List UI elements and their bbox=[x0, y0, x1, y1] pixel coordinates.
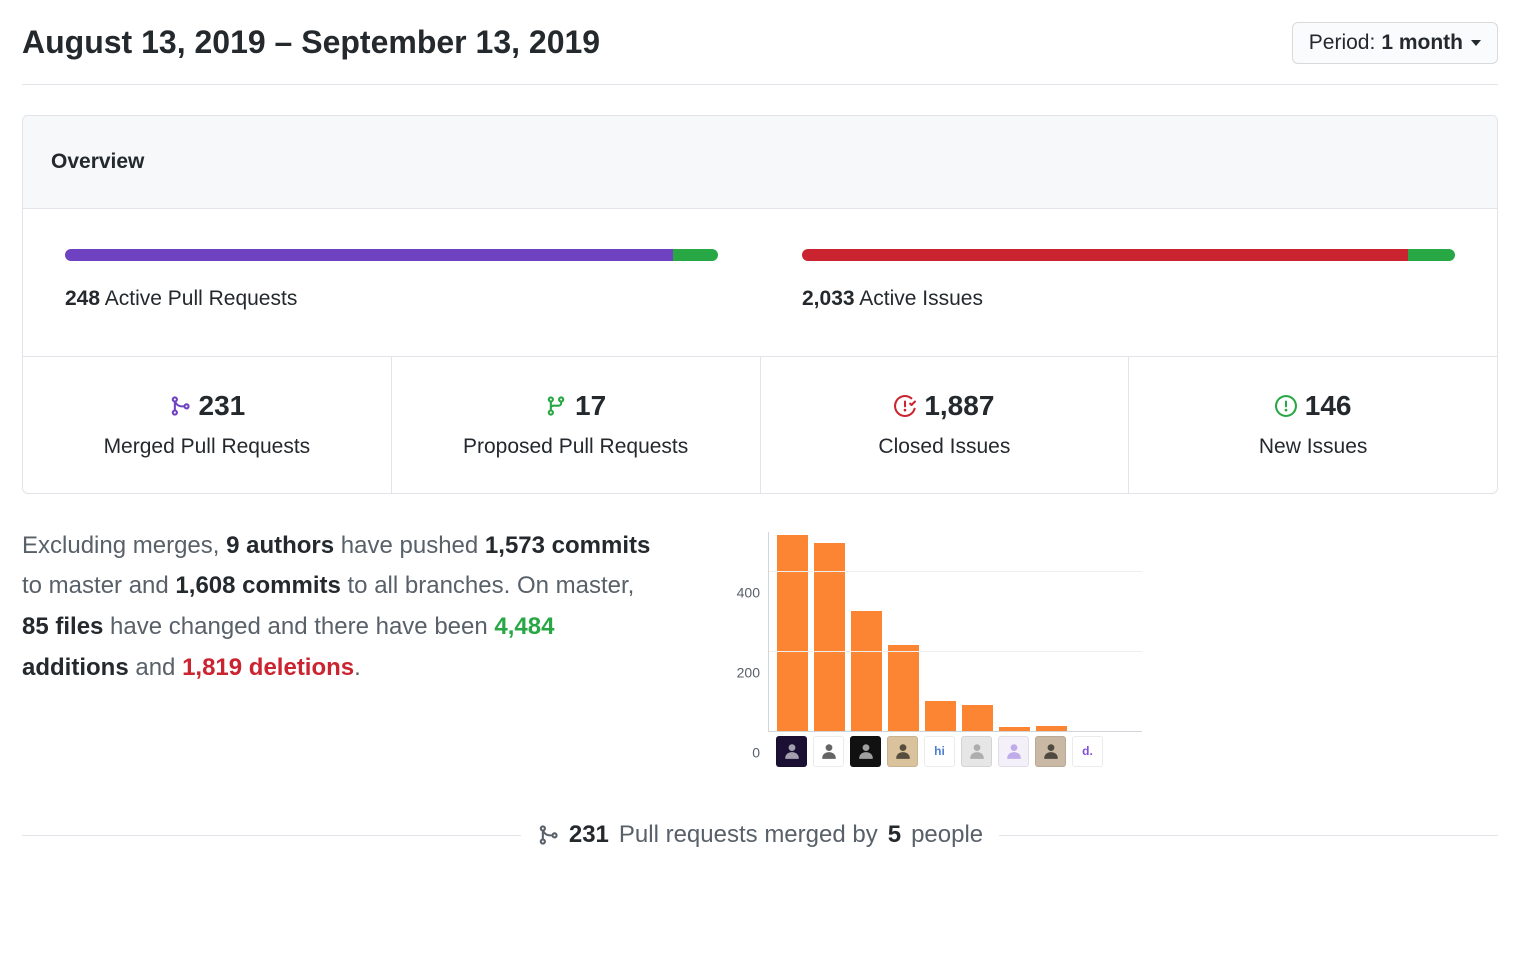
git-merge-icon bbox=[537, 824, 559, 846]
chart-yaxis: 4002000 bbox=[722, 532, 768, 732]
active-prs-label: 248 Active Pull Requests bbox=[65, 283, 718, 315]
proposed-prs-stat[interactable]: 17 Proposed Pull Requests bbox=[392, 357, 761, 493]
date-range-title: August 13, 2019 – September 13, 2019 bbox=[22, 22, 600, 62]
period-label: Period: bbox=[1309, 31, 1376, 55]
chart-bar[interactable] bbox=[851, 611, 882, 730]
footer-pr-count: 231 bbox=[569, 817, 609, 853]
summary-commits-all: 1,608 commits bbox=[175, 572, 340, 599]
active-prs-text: Active Pull Requests bbox=[105, 287, 298, 310]
summary-t6: . bbox=[354, 654, 361, 681]
footer-t2: people bbox=[911, 817, 983, 853]
proposed-prs-count: 17 bbox=[575, 385, 606, 427]
overview-box: Overview 248 Active Pull Requests 2, bbox=[22, 115, 1498, 494]
new-issues-label: New Issues bbox=[1139, 431, 1487, 463]
contributor-avatar[interactable] bbox=[850, 736, 881, 767]
prs-merged-segment bbox=[65, 249, 673, 261]
summary-t5: and bbox=[129, 654, 182, 681]
chart-bar[interactable] bbox=[925, 701, 956, 731]
summary-t3: to all branches. On master, bbox=[341, 572, 634, 599]
closed-issues-count: 1,887 bbox=[924, 385, 994, 427]
contributor-avatar[interactable] bbox=[1035, 736, 1066, 767]
stats-row: 231 Merged Pull Requests 17 Proposed Pul… bbox=[23, 357, 1497, 493]
issue-opened-icon bbox=[1275, 395, 1297, 417]
new-issues-stat[interactable]: 146 New Issues bbox=[1129, 357, 1497, 493]
contributor-avatar[interactable] bbox=[998, 736, 1029, 767]
summary-t4: have changed and there have been bbox=[103, 613, 494, 640]
git-merge-icon bbox=[169, 395, 191, 417]
footer-people-count: 5 bbox=[888, 817, 901, 853]
active-issues-label: 2,033 Active Issues bbox=[802, 283, 1455, 315]
contributor-avatar[interactable]: d. bbox=[1072, 736, 1103, 767]
summary-t1: have pushed bbox=[334, 532, 485, 559]
summary-deletions: 1,819 deletions bbox=[182, 654, 354, 681]
chart-ytick: 400 bbox=[737, 582, 760, 603]
merged-prs-count: 231 bbox=[199, 385, 246, 427]
active-issues-cell: 2,033 Active Issues bbox=[760, 209, 1497, 357]
prs-progress-bar bbox=[65, 249, 718, 261]
summary-authors: 9 authors bbox=[226, 532, 334, 559]
contributor-avatar[interactable] bbox=[887, 736, 918, 767]
caret-down-icon bbox=[1471, 40, 1481, 46]
chart-bar[interactable] bbox=[777, 535, 808, 730]
prs-proposed-segment bbox=[673, 249, 718, 261]
active-issues-text: Active Issues bbox=[859, 287, 983, 310]
chart-bar[interactable] bbox=[962, 705, 993, 731]
period-select[interactable]: Period: 1 month bbox=[1292, 22, 1498, 64]
contributors-chart: 400 200 0 hi d. bbox=[722, 526, 1142, 767]
merged-prs-label: Merged Pull Requests bbox=[33, 431, 381, 463]
summary-additions-label: additions bbox=[22, 654, 129, 681]
contributor-avatar[interactable] bbox=[776, 736, 807, 767]
progress-row: 248 Active Pull Requests 2,033 Active Is… bbox=[23, 209, 1497, 358]
summary-prefix: Excluding merges, bbox=[22, 532, 226, 559]
active-prs-count: 248 bbox=[65, 287, 100, 310]
period-value: 1 month bbox=[1381, 31, 1463, 55]
chart-xaxis: hi d. bbox=[722, 736, 1142, 767]
contributor-avatar[interactable]: hi bbox=[924, 736, 955, 767]
issue-closed-icon bbox=[894, 395, 916, 417]
issues-closed-segment bbox=[802, 249, 1408, 261]
contributor-avatar[interactable] bbox=[813, 736, 844, 767]
closed-issues-stat[interactable]: 1,887 Closed Issues bbox=[761, 357, 1130, 493]
summary-commits-master: 1,573 commits bbox=[485, 532, 650, 559]
merged-prs-stat[interactable]: 231 Merged Pull Requests bbox=[23, 357, 392, 493]
active-issues-count: 2,033 bbox=[802, 287, 855, 310]
issues-progress-bar bbox=[802, 249, 1455, 261]
chart-bar[interactable] bbox=[1036, 726, 1067, 731]
summary-t2: to master and bbox=[22, 572, 175, 599]
summary-additions: 4,484 bbox=[494, 613, 554, 640]
chart-bar[interactable] bbox=[999, 727, 1030, 730]
contributor-avatar[interactable] bbox=[961, 736, 992, 767]
new-issues-count: 146 bbox=[1305, 385, 1352, 427]
footer-t1: Pull requests merged by bbox=[619, 817, 878, 853]
git-branch-icon bbox=[545, 395, 567, 417]
active-prs-cell: 248 Active Pull Requests bbox=[23, 209, 760, 357]
closed-issues-label: Closed Issues bbox=[771, 431, 1119, 463]
summary-text: Excluding merges, 9 authors have pushed … bbox=[22, 526, 662, 689]
proposed-prs-label: Proposed Pull Requests bbox=[402, 431, 750, 463]
overview-title: Overview bbox=[23, 116, 1497, 209]
summary-files: 85 files bbox=[22, 613, 103, 640]
chart-bar[interactable] bbox=[888, 645, 919, 731]
issues-new-segment bbox=[1408, 249, 1455, 261]
footer-text: 231 Pull requests merged by 5 people bbox=[521, 817, 999, 853]
chart-bars bbox=[769, 532, 1142, 731]
chart-plot bbox=[768, 532, 1142, 732]
chart-ytick: 0 bbox=[752, 742, 760, 763]
chart-ytick: 200 bbox=[737, 662, 760, 683]
